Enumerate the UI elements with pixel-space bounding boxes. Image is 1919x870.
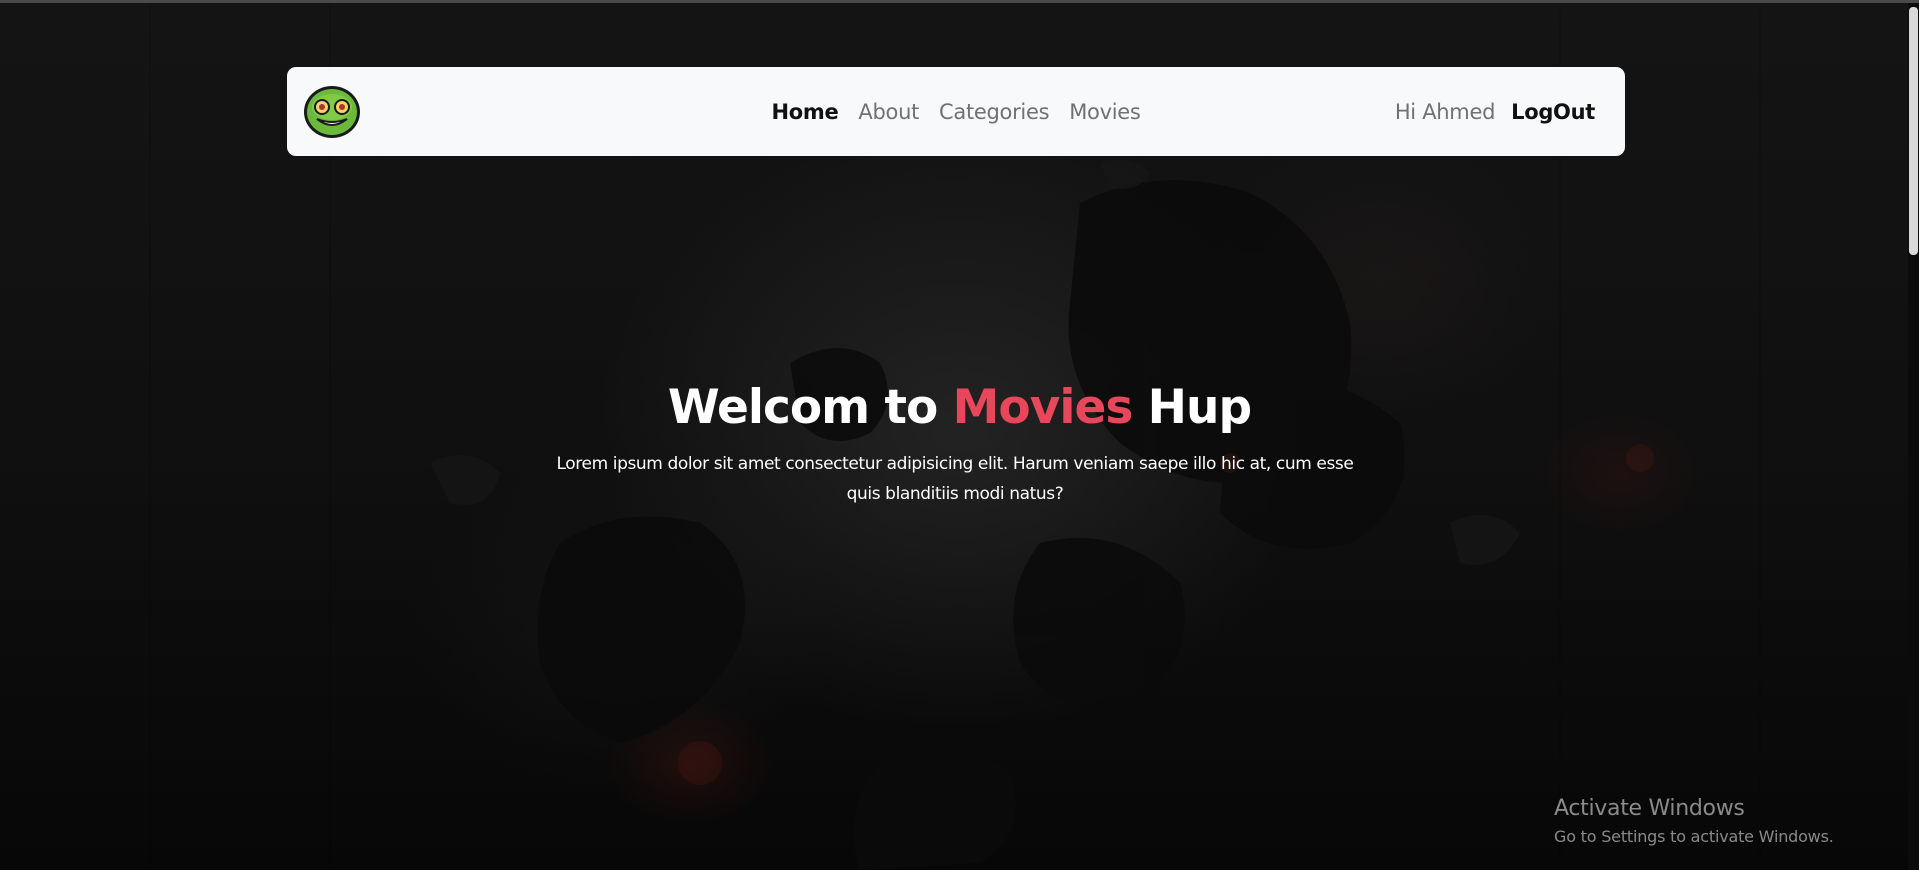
logout-button[interactable]: LogOut — [1511, 100, 1595, 124]
nav-user-area: Hi Ahmed LogOut — [1395, 67, 1595, 156]
hero-title-prefix: Welcom to — [667, 380, 953, 435]
windows-activation-watermark: Activate Windows Go to Settings to activ… — [1554, 794, 1834, 850]
nav-link-about[interactable]: About — [858, 100, 919, 124]
page-scrollbar[interactable] — [1908, 3, 1919, 870]
nav-link-categories[interactable]: Categories — [939, 100, 1050, 124]
hero-title-accent: Movies — [952, 380, 1134, 435]
hero-section: Home About Categories Movies Hi Ahmed Lo… — [0, 3, 1919, 870]
smiley-face-logo-icon[interactable] — [303, 85, 361, 139]
watermark-title: Activate Windows — [1554, 796, 1745, 821]
watermark-subtitle: Go to Settings to activate Windows. — [1554, 827, 1834, 846]
nav-link-movies[interactable]: Movies — [1069, 100, 1141, 124]
scrollbar-thumb[interactable] — [1909, 7, 1918, 255]
user-greeting: Hi Ahmed — [1394, 99, 1496, 124]
hero-title-suffix: Hup — [1132, 380, 1252, 435]
nav-link-home[interactable]: Home — [771, 100, 838, 124]
hero-description: Lorem ipsum dolor sit amet consectetur a… — [556, 454, 1354, 504]
navbar: Home About Categories Movies Hi Ahmed Lo… — [287, 67, 1625, 156]
hero-title: Welcom to Movies Hup — [0, 375, 1919, 441]
